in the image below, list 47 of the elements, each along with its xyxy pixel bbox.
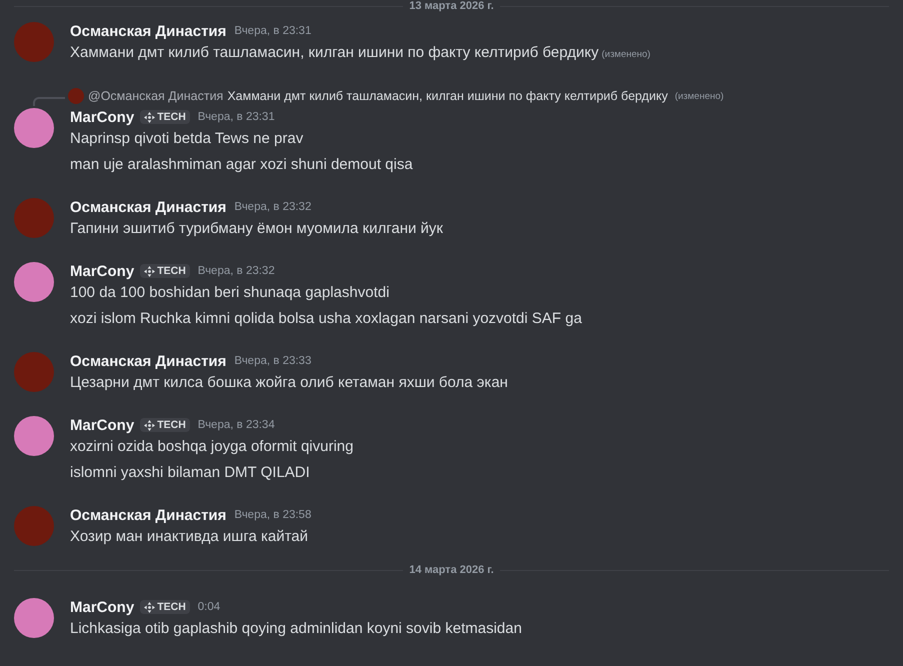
author-name[interactable]: MarCony (70, 598, 134, 616)
avatar[interactable] (14, 416, 54, 456)
avatar[interactable] (14, 108, 54, 148)
tag-badge: TECH (140, 418, 190, 432)
badge-icon (144, 420, 156, 430)
message-text: islomni yaxshi bilaman DMT QILADI (70, 464, 310, 481)
badge-icon (144, 112, 156, 122)
edited-label: (изменено) (602, 49, 650, 60)
avatar[interactable] (14, 262, 54, 302)
badge-icon (144, 602, 156, 612)
tag-badge: TECH (140, 110, 190, 124)
author-name[interactable]: Османская Династия (70, 22, 226, 40)
timestamp: Вчера, в 23:31 (198, 111, 275, 123)
timestamp: Вчера, в 23:32 (234, 201, 312, 213)
reply-preview[interactable]: @Османская Династия Хаммани дмт килиб ташламасин, килган ишини по факту келтириб бердику (изменено) (68, 86, 724, 106)
author-name[interactable]: MarCony (70, 108, 134, 126)
edited-label: (изменено) (674, 90, 724, 102)
author-name[interactable]: Османская Династия (70, 506, 226, 524)
timestamp: 0:04 (198, 601, 220, 613)
message-text: xozirni ozida boshqa joyga oformit qivuring (70, 438, 354, 455)
message-text: Цезарни дмт килса бошка жойга олиб кетаман яхши бола экан (70, 374, 508, 391)
timestamp: Вчера, в 23:32 (198, 265, 275, 277)
message-text: Lichkasiga otib gaplashib qoying adminlidan koyni sovib ketmasidan (70, 620, 522, 637)
author-name[interactable]: Османская Династия (70, 198, 226, 216)
timestamp: Вчера, в 23:33 (234, 355, 312, 367)
message-text: Naprinsp qivoti betda Tews ne prav (70, 130, 304, 147)
reply-author: @Османская Династия (88, 89, 224, 103)
message-text: xozi islom Ruchka kimni qolida bolsa usha xoxlagan narsani yozvotdi SAF ga (70, 310, 582, 327)
badge-icon (144, 266, 156, 276)
reply-text: Хаммани дмт килиб ташламасин, килган ишини по факту келтириб бердику (227, 89, 668, 103)
date-divider: 13 марта 2026 г. (409, 0, 494, 12)
avatar[interactable] (14, 598, 54, 638)
tag-badge: TECH (140, 600, 190, 614)
author-name[interactable]: MarCony (70, 262, 134, 280)
timestamp: Вчера, в 23:31 (234, 25, 312, 37)
message-text: man uje aralashmiman agar xozi shuni demout qisa (70, 156, 413, 173)
author-name[interactable]: MarCony (70, 416, 134, 434)
tag-badge: TECH (140, 264, 190, 278)
message-text: 100 da 100 boshidan beri shunaqa gaplashvotdi (70, 284, 390, 301)
message-text: Гапини эшитиб турибману ёмон муомила килгани йук (70, 220, 443, 237)
message-text: Хаммани дмт килиб ташламасин, килган ишини по факту келтириб бердику (70, 44, 599, 61)
timestamp: Вчера, в 23:34 (198, 419, 275, 431)
date-divider: 14 марта 2026 г. (409, 564, 494, 576)
reply-connector-line (33, 97, 65, 106)
message-text: Хозир ман инактивда ишга кайтай (70, 528, 308, 545)
author-name[interactable]: Османская Династия (70, 352, 226, 370)
timestamp: Вчера, в 23:58 (234, 509, 312, 521)
